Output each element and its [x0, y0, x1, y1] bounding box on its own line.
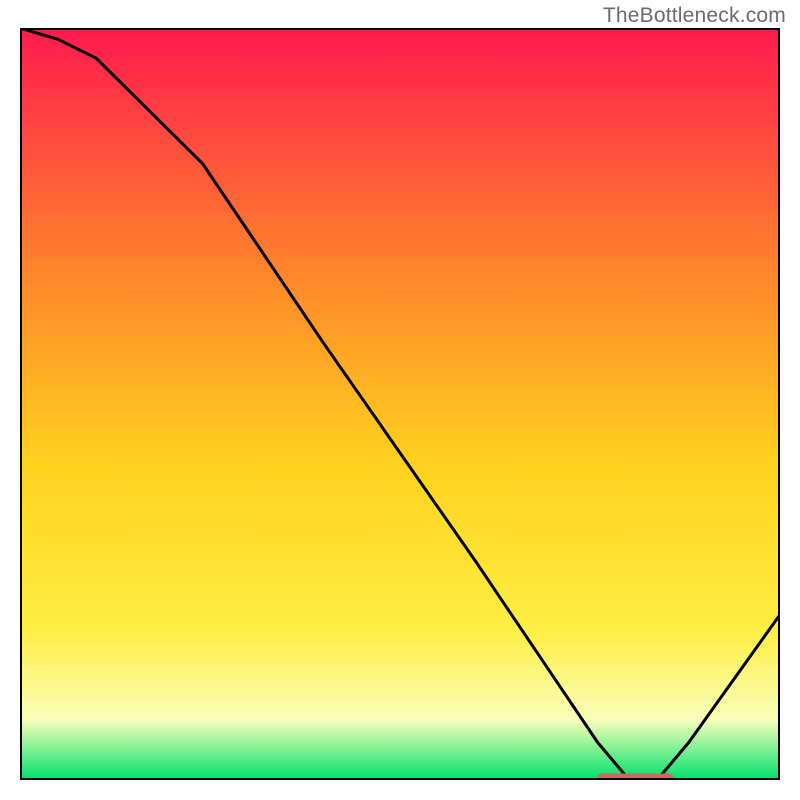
- plot-svg: [20, 28, 780, 780]
- chart-stage: TheBottleneck.com: [0, 0, 800, 800]
- watermark-text: TheBottleneck.com: [603, 4, 786, 28]
- gradient-background: [20, 28, 780, 780]
- plot-area: [20, 28, 780, 780]
